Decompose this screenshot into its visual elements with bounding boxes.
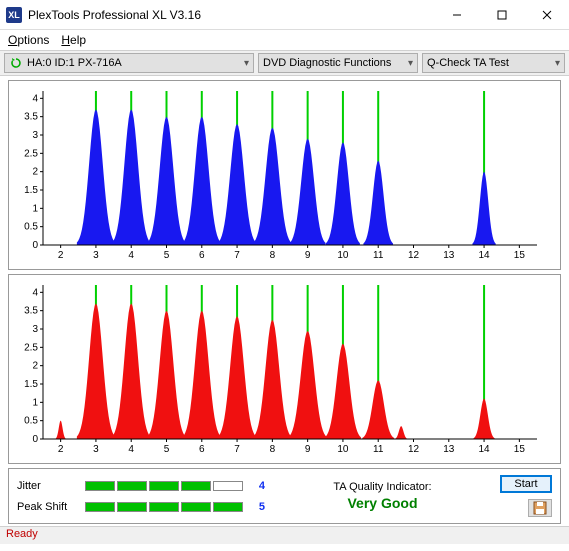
toolbar: HA:0 ID:1 PX-716A DVD Diagnostic Functio…: [0, 50, 569, 76]
svg-text:2: 2: [32, 361, 38, 372]
app-icon: XL: [6, 7, 22, 23]
svg-text:4: 4: [32, 93, 38, 104]
category-combo[interactable]: DVD Diagnostic Functions: [258, 53, 418, 73]
svg-text:14: 14: [479, 250, 491, 261]
svg-text:13: 13: [443, 444, 455, 455]
results-panel: Jitter 4 Peak Shift 5 TA Quality Indicat…: [8, 468, 561, 524]
segment: [117, 481, 147, 491]
svg-text:7: 7: [234, 444, 240, 455]
svg-text:2: 2: [58, 444, 64, 455]
segment: [213, 481, 243, 491]
close-button[interactable]: [524, 0, 569, 29]
jitter-bar: [85, 481, 243, 491]
svg-text:3.5: 3.5: [24, 306, 38, 317]
svg-text:2.5: 2.5: [24, 148, 38, 159]
svg-text:6: 6: [199, 250, 205, 261]
svg-text:6: 6: [199, 444, 205, 455]
segment: [213, 502, 243, 512]
svg-text:10: 10: [337, 250, 349, 261]
svg-text:11: 11: [373, 444, 384, 455]
svg-text:13: 13: [443, 250, 455, 261]
status-text: Ready: [6, 528, 38, 540]
svg-text:12: 12: [408, 444, 420, 455]
svg-text:0: 0: [32, 434, 38, 445]
peak-shift-bar: [85, 502, 243, 512]
svg-text:1.5: 1.5: [24, 379, 38, 390]
window-title: PlexTools Professional XL V3.16: [28, 8, 434, 22]
svg-text:12: 12: [408, 250, 420, 261]
svg-text:5: 5: [164, 444, 170, 455]
svg-text:1.5: 1.5: [24, 185, 38, 196]
jitter-label: Jitter: [17, 480, 77, 492]
svg-text:0.5: 0.5: [24, 222, 38, 233]
svg-text:8: 8: [270, 250, 276, 261]
svg-text:5: 5: [164, 250, 170, 261]
svg-text:9: 9: [305, 250, 311, 261]
svg-text:8: 8: [270, 444, 276, 455]
menubar: Options Help: [0, 30, 569, 50]
svg-text:1: 1: [32, 397, 38, 408]
jitter-value: 4: [251, 480, 265, 492]
svg-text:4: 4: [32, 287, 38, 298]
chart-top: 0 0.5 1 1.5 2 2.5 3 3.5 4 2 3 4 5 6 7 8 9 10 11 12 13 14 15: [8, 80, 561, 270]
maximize-button[interactable]: [479, 0, 524, 29]
svg-text:15: 15: [514, 250, 526, 261]
svg-text:2: 2: [58, 250, 64, 261]
device-combo[interactable]: HA:0 ID:1 PX-716A: [4, 53, 254, 73]
test-combo[interactable]: Q-Check TA Test: [422, 53, 565, 73]
chart-bottom: 0 0.5 1 1.5 2 2.5 3 3.5 4 2 3 4 5 6 7 8 9 10 11 12 13 14 15: [8, 274, 561, 464]
ta-quality-label: TA Quality Indicator:: [333, 481, 431, 493]
svg-text:9: 9: [305, 444, 311, 455]
test-label: Q-Check TA Test: [427, 57, 509, 69]
start-button[interactable]: Start: [500, 475, 552, 493]
refresh-icon[interactable]: [9, 56, 23, 70]
svg-text:3: 3: [32, 130, 38, 141]
svg-text:2: 2: [32, 167, 38, 178]
svg-text:11: 11: [373, 250, 384, 261]
svg-text:1: 1: [32, 203, 38, 214]
titlebar: XL PlexTools Professional XL V3.16: [0, 0, 569, 30]
minimize-button[interactable]: [434, 0, 479, 29]
svg-text:3: 3: [93, 444, 99, 455]
svg-text:2.5: 2.5: [24, 342, 38, 353]
menu-options[interactable]: Options: [8, 33, 49, 47]
svg-text:3: 3: [93, 250, 99, 261]
menu-help[interactable]: Help: [61, 33, 86, 47]
peak-shift-value: 5: [251, 501, 265, 513]
segment: [85, 481, 115, 491]
segment: [85, 502, 115, 512]
device-label: HA:0 ID:1 PX-716A: [27, 57, 122, 69]
save-icon-button[interactable]: [528, 499, 552, 517]
svg-text:4: 4: [128, 444, 134, 455]
segment: [149, 502, 179, 512]
svg-text:3.5: 3.5: [24, 112, 38, 123]
category-label: DVD Diagnostic Functions: [263, 57, 391, 69]
segment: [149, 481, 179, 491]
svg-text:0: 0: [32, 240, 38, 251]
segment: [181, 502, 211, 512]
svg-text:0.5: 0.5: [24, 416, 38, 427]
svg-text:4: 4: [128, 250, 134, 261]
svg-text:14: 14: [479, 444, 491, 455]
segment: [117, 502, 147, 512]
svg-text:3: 3: [32, 324, 38, 335]
svg-text:10: 10: [337, 444, 349, 455]
ta-quality-value: Very Good: [347, 495, 417, 511]
svg-text:7: 7: [234, 250, 240, 261]
statusbar: Ready: [0, 526, 569, 544]
peak-shift-label: Peak Shift: [17, 501, 77, 513]
segment: [181, 481, 211, 491]
svg-text:15: 15: [514, 444, 526, 455]
